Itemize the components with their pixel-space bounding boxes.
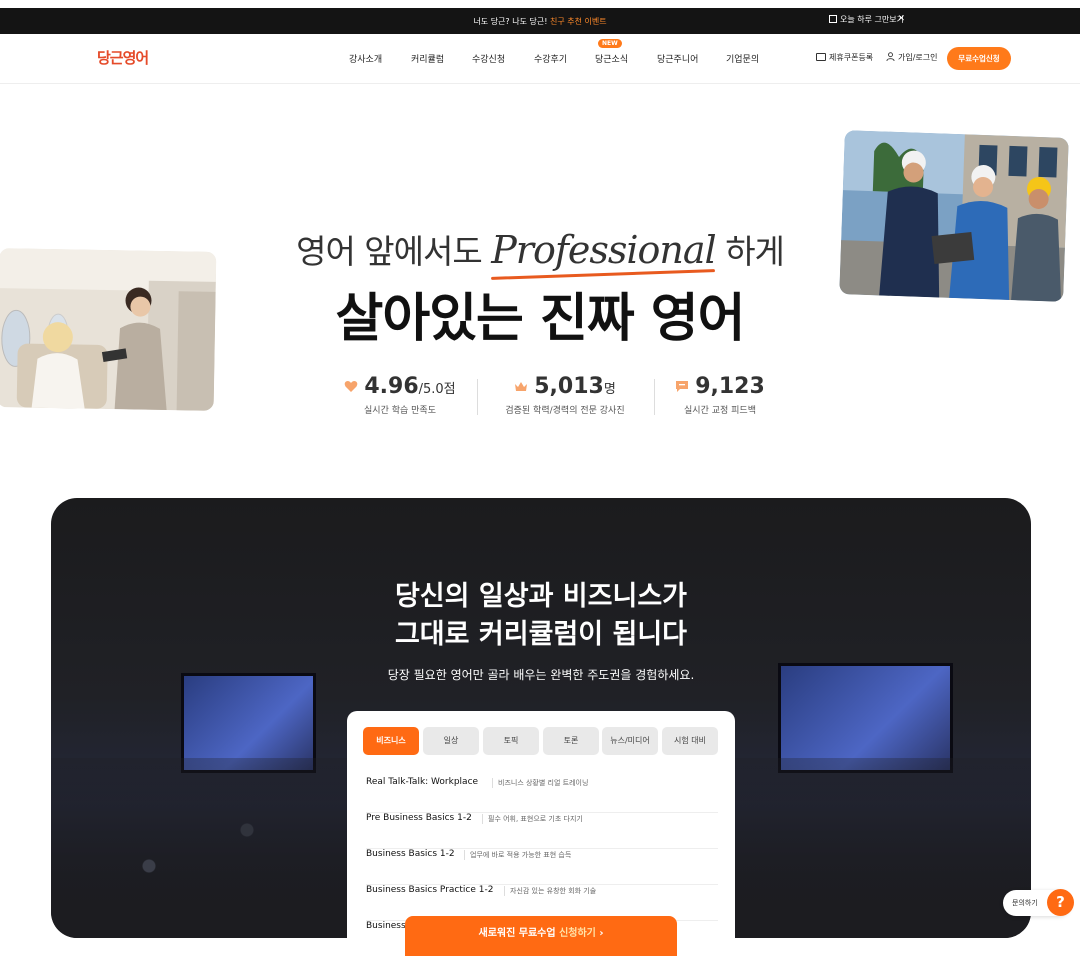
promo-text[interactable]: 너도 당근? 나도 당근! 친구 추천 이벤트 (0, 16, 1080, 27)
help-label: 문의하기 (1012, 899, 1038, 907)
main-nav: 당근영어 강사소개 커리큘럼 수강신청 수강후기 당근소식 당근주니어 기업문의… (0, 34, 1080, 84)
logo[interactable]: 당근영어 (97, 47, 149, 68)
course-row[interactable]: Pre Business Basics 1-2 필수 어휘, 표현으로 기초 다… (366, 813, 718, 849)
course-description: 자신감 있는 유창한 회화 기술 (510, 887, 597, 895)
coupon-link[interactable]: 제휴쿠폰등록 (816, 52, 873, 63)
close-icon[interactable]: ✕ (897, 14, 905, 24)
heart-icon (345, 381, 358, 392)
cta-prefix: 새로워진 무료수업 (478, 928, 560, 939)
dismiss-label: 오늘 하루 그만보기 (840, 15, 904, 24)
help-button[interactable]: 문의하기 ? (1003, 889, 1074, 916)
divider (482, 814, 483, 824)
hero-photo-airplane (0, 248, 217, 411)
divider (504, 886, 505, 896)
coupon-icon (816, 53, 826, 61)
hero-line1-prefix: 영어 앞에서도 (296, 232, 492, 271)
stat-satisfaction-unit: /5.0점 (418, 382, 456, 397)
divider (464, 850, 465, 860)
free-trial-sticky-button[interactable]: 새로워진 무료수업 신청하기 › (405, 916, 677, 956)
tab-daily[interactable]: 일상 (423, 727, 479, 755)
new-badge: NEW (598, 39, 622, 48)
nav-item-curriculum[interactable]: 커리큘럼 (411, 52, 444, 65)
free-trial-button[interactable]: 무료수업신청 (947, 47, 1011, 70)
nav-item-business[interactable]: 기업문의 (726, 52, 759, 65)
stat-instructors: 5,013명 검증된 학력/경력의 전문 강사진 (475, 374, 655, 416)
stat-feedback-label: 실시간 교정 피드백 (684, 406, 756, 416)
nav-item-junior[interactable]: 당근주니어 (657, 52, 698, 65)
tab-news-media[interactable]: 뉴스/미디어 (602, 727, 658, 755)
crown-icon (515, 382, 528, 391)
nav-item-reviews[interactable]: 수강후기 (534, 52, 567, 65)
stat-instructors-value: 5,013 (534, 374, 604, 399)
course-title: Real Talk-Talk: Workplace (366, 777, 479, 787)
course-description: 비즈니스 상황별 리얼 트레이닝 (498, 779, 589, 787)
promo-highlight: 친구 추천 이벤트 (549, 17, 607, 26)
stat-instructors-unit: 명 (603, 382, 616, 397)
nav-item-instructors[interactable]: 강사소개 (349, 52, 382, 65)
course-description: 업무에 바로 적용 가능한 표현 습득 (470, 851, 572, 859)
nav-item-enroll[interactable]: 수강신청 (472, 52, 505, 65)
hero-line1-suffix: 하게 (715, 232, 785, 271)
stat-satisfaction-label: 실시간 학습 만족도 (364, 406, 436, 416)
chevron-right-icon: › (599, 928, 604, 939)
course-title: Business Basics Practice 1-2 (366, 885, 494, 895)
stat-satisfaction-value: 4.96 (364, 374, 419, 399)
divider (492, 778, 493, 788)
stat-satisfaction: 4.96/5.0점 실시간 학습 만족도 (310, 374, 490, 416)
course-row[interactable]: Business Basics 1-2 업무에 바로 적용 가능한 표현 습득 (366, 849, 718, 885)
dismiss-today-checkbox[interactable]: 오늘 하루 그만보기 (829, 14, 904, 25)
course-row[interactable]: Real Talk-Talk: Workplace 비즈니스 상황별 리얼 트레… (366, 777, 718, 813)
hero-photo-construction (839, 130, 1069, 302)
curriculum-subtitle: 당장 필요한 영어만 골라 배우는 완벽한 주도권을 경험하세요. (387, 668, 695, 682)
announcement-bar: 너도 당근? 나도 당근! 친구 추천 이벤트 오늘 하루 그만보기 ✕ (0, 8, 1080, 34)
curriculum-title: 당신의 일상과 비즈니스가 그대로 커리큘럼이 됩니다 (51, 578, 1031, 654)
user-icon (886, 52, 895, 61)
stat-instructors-label: 검증된 학력/경력의 전문 강사진 (505, 406, 625, 416)
nav-item-news[interactable]: 당근소식 (595, 52, 628, 65)
tab-debate[interactable]: 토론 (543, 727, 599, 755)
login-label: 가입/로그인 (898, 53, 938, 62)
chat-icon (676, 381, 689, 392)
stat-feedback: 9,123 실시간 교정 피드백 (630, 374, 810, 416)
curriculum-title-line2: 그대로 커리큘럼이 됩니다 (394, 619, 688, 650)
curriculum-card: 비즈니스 일상 토픽 토론 뉴스/미디어 시험 대비 Real Talk-Tal… (347, 711, 735, 951)
checkbox-icon (829, 15, 838, 23)
tab-topic[interactable]: 토픽 (483, 727, 539, 755)
login-link[interactable]: 가입/로그인 (886, 52, 938, 63)
tab-exam-prep[interactable]: 시험 대비 (662, 727, 718, 755)
course-title: Pre Business Basics 1-2 (366, 813, 472, 823)
promo-prefix: 너도 당근? 나도 당근! (473, 17, 550, 26)
course-description: 필수 어휘, 표현으로 기초 다지기 (488, 815, 583, 823)
tab-business[interactable]: 비즈니스 (363, 727, 419, 755)
hero-script-word: Professional (491, 228, 716, 272)
curriculum-title-line1: 당신의 일상과 비즈니스가 (394, 581, 688, 612)
course-title: Business (366, 921, 406, 931)
cta-highlight: 신청하기 (559, 928, 596, 939)
coupon-label: 제휴쿠폰등록 (829, 53, 874, 62)
stat-feedback-value: 9,123 (695, 374, 765, 399)
course-title: Business Basics 1-2 (366, 849, 455, 859)
question-icon: ? (1047, 889, 1074, 916)
